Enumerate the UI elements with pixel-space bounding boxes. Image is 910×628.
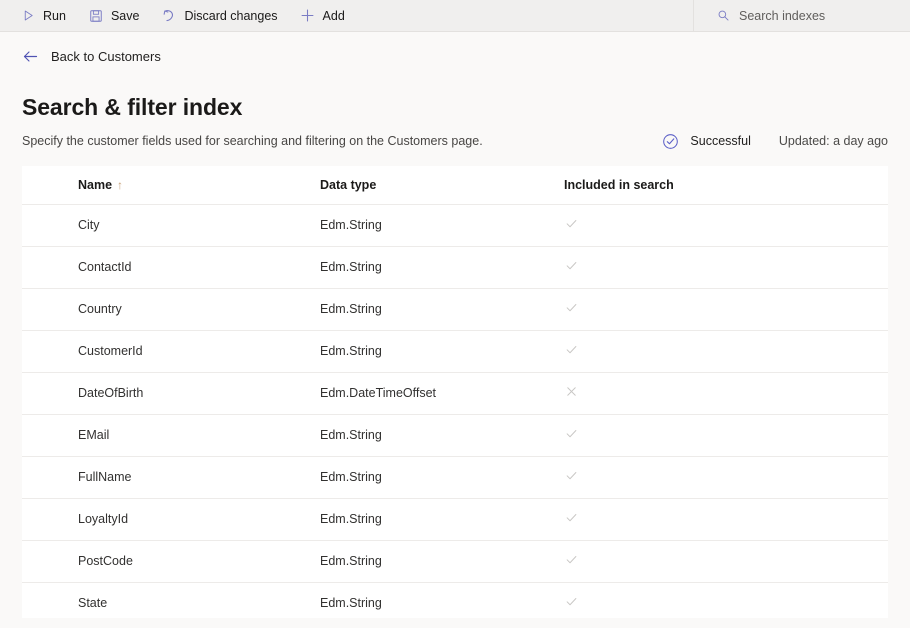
back-navigation: Back to Customers xyxy=(0,32,910,70)
cell-included-in-search[interactable] xyxy=(564,330,888,372)
cell-data-type: Edm.String xyxy=(320,540,564,582)
cell-data-type: Edm.String xyxy=(320,288,564,330)
page-subtitle: Specify the customer fields used for sea… xyxy=(22,134,662,148)
cell-included-in-search[interactable] xyxy=(564,582,888,618)
cell-data-type: Edm.String xyxy=(320,330,564,372)
index-fields-table: Name↑ Data type Included in search CityE… xyxy=(22,166,888,618)
column-header-data-type[interactable]: Data type xyxy=(320,166,564,205)
checkmark-icon xyxy=(564,343,578,357)
play-icon xyxy=(20,8,36,24)
table-row[interactable]: StateEdm.String xyxy=(22,582,888,618)
column-header-included-in-search[interactable]: Included in search xyxy=(564,166,888,205)
cell-data-type: Edm.String xyxy=(320,246,564,288)
save-icon xyxy=(88,8,104,24)
cell-data-type: Edm.String xyxy=(320,582,564,618)
cross-icon xyxy=(564,385,578,399)
sort-ascending-icon: ↑ xyxy=(117,178,123,192)
cell-included-in-search[interactable] xyxy=(564,540,888,582)
cell-data-type: Edm.String xyxy=(320,414,564,456)
cell-included-in-search[interactable] xyxy=(564,372,888,414)
table-row[interactable]: PostCodeEdm.String xyxy=(22,540,888,582)
status-area: Successful Updated: a day ago xyxy=(662,133,888,150)
updated-timestamp: Updated: a day ago xyxy=(779,134,888,148)
search-box[interactable] xyxy=(716,9,900,23)
checkmark-icon xyxy=(564,217,578,231)
table-row[interactable]: FullNameEdm.String xyxy=(22,456,888,498)
cell-field-name: City xyxy=(22,204,320,246)
add-button-label: Add xyxy=(323,9,345,23)
cell-field-name: FullName xyxy=(22,456,320,498)
back-to-customers-link[interactable]: Back to Customers xyxy=(22,48,161,65)
column-header-included-label: Included in search xyxy=(564,178,674,192)
cell-field-name: LoyaltyId xyxy=(22,498,320,540)
checkmark-icon xyxy=(564,469,578,483)
search-icon xyxy=(716,9,730,23)
column-header-name-label: Name xyxy=(78,178,112,192)
cell-data-type: Edm.String xyxy=(320,204,564,246)
table-row[interactable]: DateOfBirthEdm.DateTimeOffset xyxy=(22,372,888,414)
cell-field-name: PostCode xyxy=(22,540,320,582)
search-input[interactable] xyxy=(739,9,900,23)
checkmark-icon xyxy=(564,259,578,273)
checkmark-icon xyxy=(564,553,578,567)
command-bar: Run Save Discard changes xyxy=(0,0,910,32)
cell-included-in-search[interactable] xyxy=(564,246,888,288)
run-button-label: Run xyxy=(43,9,66,23)
checkmark-icon xyxy=(564,427,578,441)
discard-changes-button[interactable]: Discard changes xyxy=(159,0,288,31)
page-title: Search & filter index xyxy=(22,94,888,122)
page-subheader-row: Specify the customer fields used for sea… xyxy=(22,133,888,150)
cell-field-name: DateOfBirth xyxy=(22,372,320,414)
check-circle-icon xyxy=(662,133,679,150)
status-badge: Successful xyxy=(662,133,750,150)
cell-included-in-search[interactable] xyxy=(564,414,888,456)
save-button-label: Save xyxy=(111,9,140,23)
cell-included-in-search[interactable] xyxy=(564,204,888,246)
table-body: CityEdm.StringContactIdEdm.StringCountry… xyxy=(22,204,888,618)
table-header-row: Name ↑ Data type Included in search xyxy=(22,166,888,205)
page-header: Search & filter index Specify the custom… xyxy=(0,70,910,150)
table-row[interactable]: CountryEdm.String xyxy=(22,288,888,330)
cell-included-in-search[interactable] xyxy=(564,498,888,540)
discard-changes-button-label: Discard changes xyxy=(184,9,277,23)
checkmark-icon xyxy=(564,301,578,315)
save-button[interactable]: Save xyxy=(86,0,151,31)
table-row[interactable]: ContactIdEdm.String xyxy=(22,246,888,288)
table-row[interactable]: CityEdm.String xyxy=(22,204,888,246)
back-to-customers-label: Back to Customers xyxy=(51,49,161,64)
undo-icon xyxy=(161,8,177,24)
cell-included-in-search[interactable] xyxy=(564,456,888,498)
cell-field-name: State xyxy=(22,582,320,618)
checkmark-icon xyxy=(564,595,578,609)
cell-field-name: ContactId xyxy=(22,246,320,288)
plus-icon xyxy=(300,8,316,24)
run-button[interactable]: Run xyxy=(18,0,77,31)
column-header-name[interactable]: Name ↑ xyxy=(22,166,320,205)
cell-data-type: Edm.String xyxy=(320,456,564,498)
cell-data-type: Edm.DateTimeOffset xyxy=(320,372,564,414)
cell-data-type: Edm.String xyxy=(320,498,564,540)
table-header: Name ↑ Data type Included in search xyxy=(22,166,888,205)
column-header-data-type-label: Data type xyxy=(320,178,376,192)
cell-included-in-search[interactable] xyxy=(564,288,888,330)
arrow-left-icon xyxy=(22,48,39,65)
cell-field-name: Country xyxy=(22,288,320,330)
command-bar-actions: Run Save Discard changes xyxy=(0,0,693,31)
index-fields-card: Name↑ Data type Included in search CityE… xyxy=(22,166,888,618)
cell-field-name: CustomerId xyxy=(22,330,320,372)
search-indexes-region xyxy=(693,0,910,31)
table-row[interactable]: EMailEdm.String xyxy=(22,414,888,456)
table-row[interactable]: CustomerIdEdm.String xyxy=(22,330,888,372)
cell-field-name: EMail xyxy=(22,414,320,456)
table-row[interactable]: LoyaltyIdEdm.String xyxy=(22,498,888,540)
add-button[interactable]: Add xyxy=(298,0,356,31)
checkmark-icon xyxy=(564,511,578,525)
status-label: Successful xyxy=(690,134,750,148)
